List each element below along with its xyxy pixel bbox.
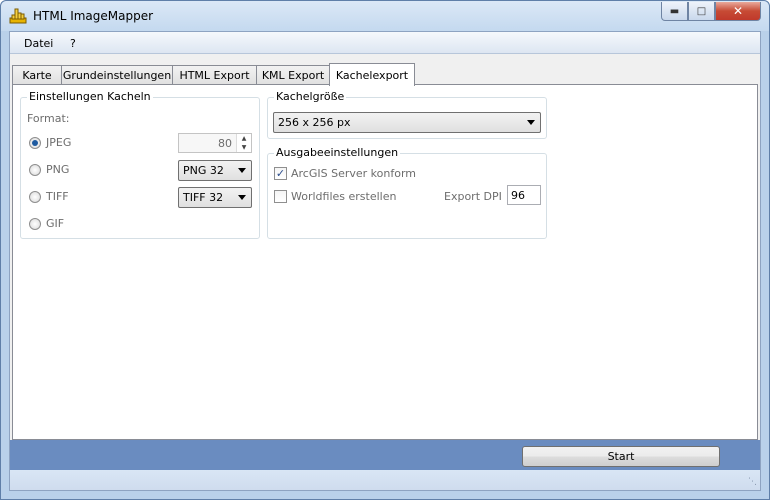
arcgis-checkbox[interactable]: ✓ ArcGIS Server konform	[274, 167, 416, 180]
export-dpi-label: Export DPI	[444, 190, 502, 203]
tile-size-group: Kachelgröße 256 x 256 px	[267, 90, 547, 139]
tab-kml-export[interactable]: KML Export	[256, 65, 330, 85]
status-bar: ⋱	[10, 470, 760, 490]
menu-bar: Datei ?	[10, 32, 760, 54]
minimize-icon: ▬	[669, 5, 680, 17]
png-depth-select[interactable]: PNG 32	[178, 160, 252, 181]
radio-indicator	[29, 217, 41, 230]
minimize-button[interactable]: ▬	[661, 2, 688, 21]
tile-size-select[interactable]: 256 x 256 px	[273, 112, 541, 133]
jpeg-quality-value: 80	[179, 134, 236, 152]
radio-indicator	[29, 163, 41, 176]
tiff-depth-value: TIFF 32	[183, 191, 224, 204]
tiles-settings-title: Einstellungen Kacheln	[27, 90, 153, 103]
worldfiles-label: Worldfiles erstellen	[291, 190, 397, 203]
spin-buttons[interactable]: ▲ ▼	[236, 134, 251, 152]
dropdown-arrow-icon	[238, 195, 246, 200]
window-title: HTML ImageMapper	[33, 9, 154, 23]
jpeg-quality-stepper[interactable]: 80 ▲ ▼	[178, 133, 252, 153]
chevron-up-icon[interactable]: ▲	[237, 134, 251, 143]
dropdown-arrow-icon	[238, 168, 246, 173]
menu-help[interactable]: ?	[70, 37, 76, 50]
tab-grundeinstellungen[interactable]: Grundeinstellungen	[61, 65, 173, 85]
menu-datei[interactable]: Datei	[24, 37, 53, 50]
arcgis-label: ArcGIS Server konform	[291, 167, 416, 180]
output-settings-group: Ausgabeeinstellungen ✓ ArcGIS Server kon…	[267, 146, 547, 239]
checkbox-box	[274, 190, 287, 203]
format-jpeg-radio[interactable]: JPEG	[29, 136, 71, 149]
hand-pointer-icon	[9, 7, 27, 25]
format-gif-radio[interactable]: GIF	[29, 217, 64, 230]
export-dpi-input[interactable]: 96	[507, 185, 541, 205]
format-jpeg-label: JPEG	[46, 136, 72, 149]
radio-indicator	[29, 190, 41, 203]
format-label: Format:	[27, 112, 70, 125]
title-bar: HTML ImageMapper ▬ □ ✕	[1, 1, 769, 31]
window-controls: ▬ □ ✕	[661, 2, 761, 21]
format-tiff-radio[interactable]: TIFF	[29, 190, 69, 203]
tiles-settings-group: Einstellungen Kacheln Format: JPEG 80 ▲ …	[20, 90, 260, 239]
tile-size-title: Kachelgröße	[274, 90, 347, 103]
tile-size-value: 256 x 256 px	[278, 116, 351, 129]
output-settings-title: Ausgabeeinstellungen	[274, 146, 401, 159]
tab-html-export[interactable]: HTML Export	[172, 65, 257, 85]
tab-kachelexport[interactable]: Kachelexport	[329, 63, 415, 86]
dropdown-arrow-icon	[527, 120, 535, 125]
maximize-icon: □	[696, 5, 707, 17]
format-tiff-label: TIFF	[46, 190, 69, 203]
checkmark-icon: ✓	[274, 167, 287, 180]
format-png-radio[interactable]: PNG	[29, 163, 69, 176]
tiff-depth-select[interactable]: TIFF 32	[178, 187, 252, 208]
maximize-button[interactable]: □	[688, 2, 715, 21]
close-icon: ✕	[732, 4, 744, 18]
format-gif-label: GIF	[46, 217, 65, 230]
close-button[interactable]: ✕	[715, 2, 761, 21]
action-bar: Start	[10, 440, 760, 470]
resize-grip-icon[interactable]: ⋱	[748, 477, 757, 487]
worldfiles-checkbox[interactable]: Worldfiles erstellen	[274, 190, 396, 203]
format-png-label: PNG	[46, 163, 70, 176]
chevron-down-icon[interactable]: ▼	[237, 143, 251, 152]
app-window: HTML ImageMapper ▬ □ ✕ Datei ? Karte Gru…	[0, 0, 770, 500]
start-button[interactable]: Start	[522, 446, 720, 467]
client-area: Datei ? Karte Grundeinstellungen HTML Ex…	[9, 31, 761, 491]
tab-karte[interactable]: Karte	[12, 65, 62, 85]
png-depth-value: PNG 32	[183, 164, 224, 177]
tab-page-kachelexport: Einstellungen Kacheln Format: JPEG 80 ▲ …	[12, 84, 758, 440]
radio-indicator	[29, 136, 41, 149]
